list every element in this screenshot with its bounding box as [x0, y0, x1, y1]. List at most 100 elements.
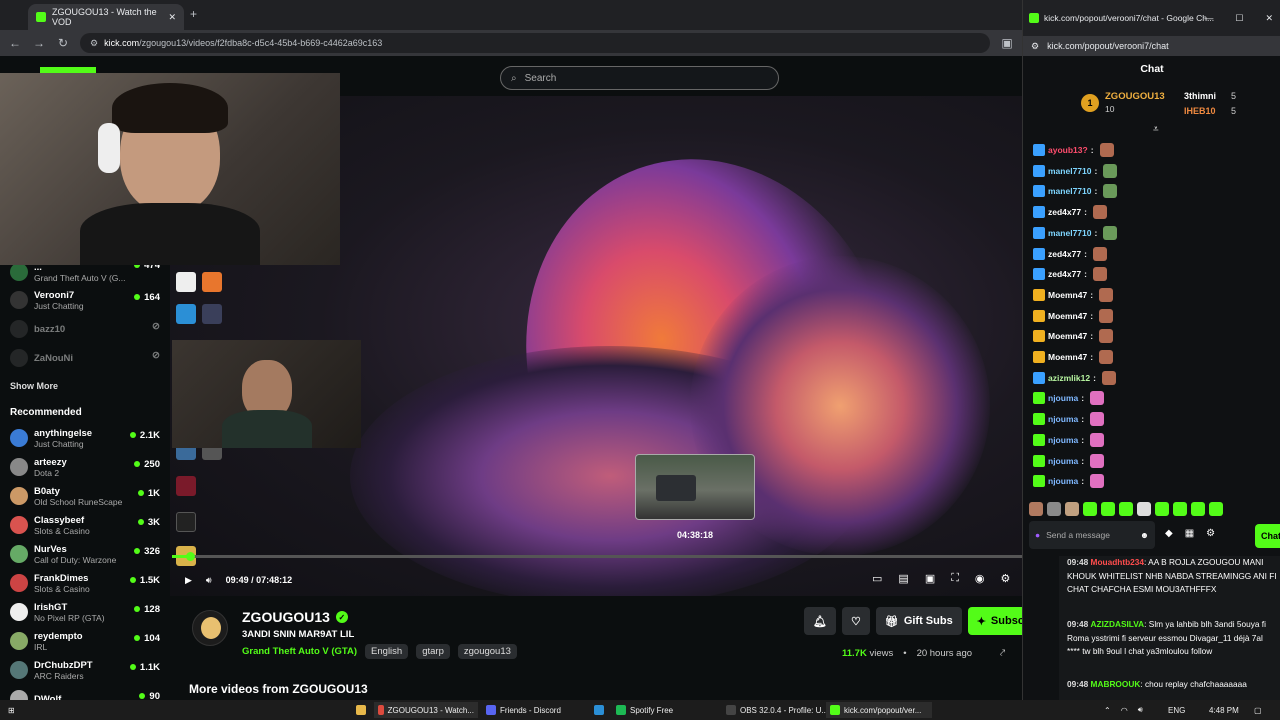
- quick-emote-icon[interactable]: [1083, 502, 1097, 516]
- chat-message[interactable]: njouma:: [1033, 472, 1105, 490]
- send-chat-button[interactable]: Chat: [1255, 524, 1280, 548]
- quick-emote-icon[interactable]: [1047, 502, 1061, 516]
- notifications-icon[interactable]: ▢: [1250, 702, 1266, 718]
- chat-username[interactable]: njouma: [1048, 476, 1078, 486]
- chat-input[interactable]: ● Send a message ☻: [1029, 521, 1155, 549]
- channel-name[interactable]: ZGOUGOU13: [242, 609, 330, 625]
- chat-username[interactable]: njouma: [1048, 456, 1078, 466]
- site-info-icon[interactable]: ⚙: [90, 38, 98, 49]
- taskbar-chrome-chat[interactable]: kick.com/popout/ver...: [826, 702, 932, 718]
- sidebar-recommended-reydempto[interactable]: reydempto IRL 104: [10, 627, 160, 655]
- close-tab-icon[interactable]: ✕: [168, 12, 176, 23]
- chat-message[interactable]: Moemn47:: [1033, 327, 1114, 345]
- chat-message[interactable]: zed4x77:: [1033, 203, 1107, 221]
- miniplayer-icon[interactable]: ▭: [872, 572, 882, 585]
- taskbar-obs[interactable]: OBS 32.0.4 - Profile: U...: [722, 702, 832, 718]
- channel-avatar[interactable]: [192, 610, 228, 646]
- chat-username[interactable]: Moemn47: [1048, 352, 1087, 362]
- chat-username[interactable]: ayoub13?: [1048, 145, 1088, 155]
- start-icon[interactable]: ⊞: [4, 702, 19, 718]
- chat-message[interactable]: azizmlik12:: [1033, 369, 1116, 387]
- taskbar-chrome-vod[interactable]: ZGOUGOU13 - Watch...: [374, 702, 478, 718]
- minimize-icon[interactable]: —: [1204, 13, 1213, 24]
- mic-icon[interactable]: ●: [1035, 530, 1040, 540]
- chat-username[interactable]: manel7710: [1048, 228, 1091, 238]
- back-icon[interactable]: ←: [8, 36, 22, 50]
- leader-third-name[interactable]: IHEB10: [1184, 106, 1216, 116]
- url-field[interactable]: ⚙ kick.com/zgougou13/videos/f2fdba8c-d5c…: [80, 33, 990, 53]
- forward-icon[interactable]: →: [32, 36, 46, 50]
- gift-icon[interactable]: ▦: [1185, 528, 1194, 539]
- sidebar-recommended-classybeef[interactable]: Classybeef Slots & Casino 3K: [10, 511, 160, 539]
- chat-message[interactable]: manel7710:: [1033, 162, 1118, 180]
- show-more-button[interactable]: Show More: [10, 372, 160, 400]
- chat-username[interactable]: njouma: [1048, 414, 1078, 424]
- chat-username[interactable]: Moemn47: [1048, 290, 1087, 300]
- chat-message[interactable]: Moemn47:: [1033, 307, 1114, 325]
- sidebar-recommended-drchubzdpt[interactable]: DrChubzDPT ARC Raiders 1.1K: [10, 656, 160, 684]
- chat-message[interactable]: zed4x77:: [1033, 265, 1107, 283]
- quick-emote-icon[interactable]: [1209, 502, 1223, 516]
- chat-message[interactable]: manel7710:: [1033, 182, 1118, 200]
- chat-message[interactable]: Moemn47:: [1033, 286, 1114, 304]
- sidebar-channel-zanouni[interactable]: ZaNouNi ⊘: [10, 344, 160, 372]
- quick-emote-icon[interactable]: [1155, 502, 1169, 516]
- theater-mode-icon[interactable]: ▣: [925, 572, 935, 585]
- chat-username[interactable]: azizmlik12: [1048, 373, 1090, 383]
- sidebar-channel-verooni7[interactable]: Verooni7 Just Chatting 164: [10, 286, 160, 314]
- category-link[interactable]: Grand Theft Auto V (GTA): [242, 646, 357, 657]
- close-icon[interactable]: ✕: [1265, 13, 1273, 24]
- chat-message[interactable]: Moemn47:: [1033, 348, 1114, 366]
- quick-emote-icon[interactable]: [1101, 502, 1115, 516]
- chat-username[interactable]: Moemn47: [1048, 331, 1087, 341]
- sidebar-recommended-nurves[interactable]: NurVes Call of Duty: Warzone 326: [10, 540, 160, 568]
- sidebar-channel-bazz10[interactable]: bazz10 ⊘: [10, 315, 160, 343]
- volume-icon[interactable]: 🔊︎: [206, 575, 212, 586]
- chat-message[interactable]: njouma:: [1033, 410, 1105, 428]
- emoji-picker-icon[interactable]: ☻: [1140, 530, 1149, 540]
- quick-emote-icon[interactable]: [1065, 502, 1079, 516]
- gift-subs-button[interactable]: 🎁︎ Gift Subs: [875, 607, 962, 635]
- quick-emote-icon[interactable]: [1119, 502, 1133, 516]
- chat-username[interactable]: manel7710: [1048, 166, 1091, 176]
- maximize-icon[interactable]: ☐: [1235, 13, 1243, 24]
- leader-second-name[interactable]: 3thimni: [1184, 91, 1216, 101]
- chat-username[interactable]: njouma: [1048, 393, 1078, 403]
- sidebar-recommended-irishgt[interactable]: IrishGT No Pixel RP (GTA) 128: [10, 598, 160, 626]
- sidebar-recommended-frankdimes[interactable]: FrankDimes Slots & Casino 1.5K: [10, 569, 160, 597]
- chat-username[interactable]: manel7710: [1048, 186, 1091, 196]
- settings-icon[interactable]: ⚙: [1001, 572, 1011, 585]
- sidebar-recommended-b0aty[interactable]: B0aty Old School RuneScape 1K: [10, 482, 160, 510]
- quick-emote-icon[interactable]: [1191, 502, 1205, 516]
- chat-username[interactable]: zed4x77: [1048, 269, 1081, 279]
- sidebar-recommended-arteezy[interactable]: arteezy Dota 2 250: [10, 453, 160, 481]
- chat-url-bar[interactable]: ⚙ kick.com/popout/verooni7/chat: [1023, 36, 1280, 56]
- notifications-button[interactable]: 🔔︎: [804, 607, 836, 635]
- tray-chevron-icon[interactable]: ⌃: [1104, 706, 1111, 715]
- taskbar-discord[interactable]: Friends - Discord: [482, 702, 565, 718]
- chat-message[interactable]: zed4x77:: [1033, 245, 1107, 263]
- chat-username[interactable]: zed4x77: [1048, 207, 1081, 217]
- chat-settings-icon[interactable]: ⚙: [1206, 528, 1215, 539]
- collapse-pinned-icon[interactable]: ⩡: [1153, 124, 1159, 135]
- chat-message[interactable]: njouma:: [1033, 431, 1105, 449]
- quick-emote-icon[interactable]: [1029, 502, 1043, 516]
- tag-pill[interactable]: zgougou13: [457, 644, 517, 659]
- new-tab-button[interactable]: +: [190, 7, 197, 21]
- chat-message[interactable]: njouma:: [1033, 452, 1105, 470]
- play-icon[interactable]: ▶: [185, 575, 192, 586]
- extension-icon[interactable]: ▣: [1000, 36, 1014, 50]
- search-input[interactable]: ⌕ Search: [500, 66, 779, 90]
- seek-bar-handle[interactable]: [185, 552, 195, 561]
- chat-message[interactable]: ayoub13?:: [1033, 141, 1114, 159]
- wifi-icon[interactable]: ◠: [1121, 706, 1128, 715]
- chat-username[interactable]: zed4x77: [1048, 249, 1081, 259]
- tag-pill[interactable]: English: [365, 644, 409, 659]
- leader-first-name[interactable]: ZGOUGOU13: [1105, 91, 1165, 102]
- speed-icon[interactable]: ◉: [975, 572, 985, 585]
- chat-username[interactable]: njouma: [1048, 435, 1078, 445]
- kick-points-icon[interactable]: ◆: [1165, 528, 1173, 539]
- quick-emote-icon[interactable]: [1137, 502, 1151, 516]
- follow-button[interactable]: ♡: [841, 607, 870, 635]
- reload-icon[interactable]: ↻: [56, 36, 70, 50]
